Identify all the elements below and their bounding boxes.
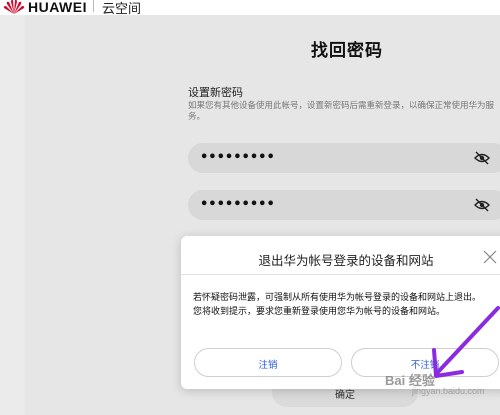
confirm-password-field[interactable]: ••••••••• bbox=[188, 190, 500, 220]
eye-off-icon[interactable] bbox=[474, 198, 490, 212]
watermark-url: jingyan.baidu.com bbox=[412, 386, 485, 396]
sign-out-button-label: 注销 bbox=[258, 360, 278, 371]
dialog-divider bbox=[181, 274, 500, 275]
section-description: 如果您有其他设备使用此帐号，设置新密码后需重新登录，以确保正常使用华为服务。 bbox=[188, 101, 495, 122]
brand-name: HUAWEI bbox=[28, 0, 87, 15]
password-value: ••••••••• bbox=[200, 150, 275, 165]
sign-out-button[interactable]: 注销 bbox=[194, 348, 342, 377]
dialog-title: 退出华为帐号登录的设备和网站 bbox=[258, 253, 434, 268]
top-bar: HUAWEI 云空间 bbox=[0, 0, 500, 17]
eye-off-icon[interactable] bbox=[474, 151, 490, 165]
new-password-field[interactable]: ••••••••• bbox=[188, 143, 500, 173]
close-icon[interactable] bbox=[483, 250, 497, 264]
page-title: 找回密码 bbox=[311, 41, 383, 61]
huawei-logo-icon[interactable] bbox=[2, 0, 26, 15]
password-value: ••••••••• bbox=[200, 197, 275, 212]
header-divider bbox=[93, 0, 94, 12]
section-label: 设置新密码 bbox=[188, 86, 243, 99]
